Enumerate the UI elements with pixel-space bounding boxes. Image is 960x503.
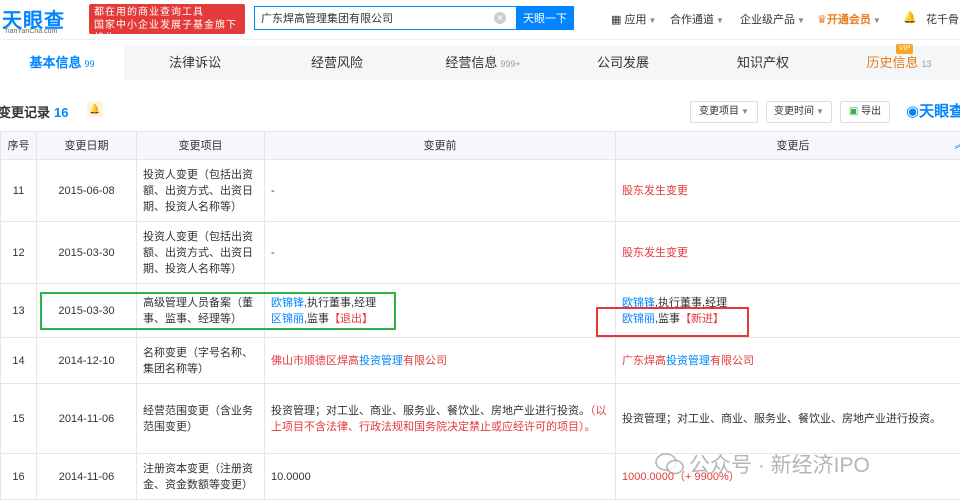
tab-development[interactable]: 公司发展 xyxy=(558,46,688,80)
slogan-banner: 都在用的商业查询工具 国家中小企业发展子基金旗下机构 xyxy=(89,4,245,44)
vip-badge: VIP xyxy=(896,44,914,54)
nav-partner[interactable]: 合作通道 ▼ xyxy=(670,11,724,27)
tab-operation[interactable]: 经营信息 999+ xyxy=(408,46,558,80)
table-row: 15 2014-11-06 经营范围变更（含业务范围变更） 投资管理；对工业、商… xyxy=(0,383,960,454)
chevron-down-icon: ▼ xyxy=(797,16,805,25)
tab-risk[interactable]: 经营风险 xyxy=(266,46,408,80)
nav-enterprise[interactable]: 企业级产品 ▼ xyxy=(740,11,805,27)
tab-basic-info[interactable]: 基本信息 99 xyxy=(0,46,124,80)
clear-icon[interactable]: ✕ xyxy=(494,12,506,24)
header-date: 变更日期 xyxy=(36,131,137,160)
monitor-bell-icon[interactable]: 🔔 xyxy=(87,101,103,117)
notification-bell-icon[interactable]: 🔔 xyxy=(903,11,917,24)
crown-icon: ♛ xyxy=(817,14,827,26)
excel-icon: ▣ xyxy=(848,106,862,117)
watermark: 公众号 · 新经济IPO xyxy=(655,449,870,479)
nav-vip[interactable]: ♛开通会员 ▼ xyxy=(817,11,881,27)
wechat-icon xyxy=(655,453,684,475)
annotation-green-box xyxy=(40,292,396,330)
user-name[interactable]: 花千骨 xyxy=(926,11,959,27)
tab-bar: 基本信息 99 法律诉讼 经营风险 经营信息 999+ 公司发展 知识产权 历史信息… xyxy=(0,44,960,80)
chevron-down-icon: ▼ xyxy=(648,16,657,25)
tab-history[interactable]: 历史信息 13 VIP xyxy=(838,44,960,80)
header-no: 序号 xyxy=(0,131,37,160)
header-after: 变更后︽ xyxy=(615,131,960,160)
chevron-down-icon: ▼ xyxy=(716,16,724,25)
header-before: 变更前 xyxy=(264,131,616,160)
table-row: 12 2015-03-30 投资人变更（包括出资额、出资方式、出资日期、投资人名… xyxy=(0,221,960,284)
tab-legal[interactable]: 法律诉讼 xyxy=(124,46,266,80)
slogan-line2: 国家中小企业发展子基金旗下机构 xyxy=(94,20,237,44)
tab-ip[interactable]: 知识产权 xyxy=(688,46,838,80)
section-count: 16 xyxy=(54,105,69,120)
search-button[interactable]: 天眼一下 xyxy=(516,6,574,30)
eye-icon: ◉ xyxy=(906,103,920,120)
export-button[interactable]: ▣ 导出 xyxy=(840,101,890,123)
nav-app[interactable]: ▦ 应用 ▼ xyxy=(611,11,656,27)
logo[interactable]: 天眼查 TianYanCha.com xyxy=(2,4,88,36)
chevron-down-icon: ▼ xyxy=(872,16,881,25)
section-title: 变更记录 16 xyxy=(0,105,69,120)
header-item: 变更项目 xyxy=(136,131,265,160)
search-bar: ✕ 天眼一下 xyxy=(254,6,574,30)
logo-subtitle: TianYanCha.com xyxy=(4,28,58,35)
brand-logo: ◉天眼查 xyxy=(906,103,960,120)
chevron-down-icon: ▼ xyxy=(741,107,749,116)
table-header-row: 序号 变更日期 变更项目 变更前 变更后︽ xyxy=(0,131,960,160)
slogan-line1: 都在用的商业查询工具 xyxy=(94,7,204,18)
table-row: 11 2015-06-08 投资人变更（包括出资额、出资方式、出资日期、投资人名… xyxy=(0,159,960,222)
top-bar: 天眼查 TianYanCha.com 都在用的商业查询工具 国家中小企业发展子基… xyxy=(0,0,960,44)
annotation-red-box xyxy=(596,307,749,337)
grid-icon: ▦ xyxy=(611,14,625,26)
filter-item-dropdown[interactable]: 变更项目 ▼ xyxy=(690,101,758,123)
chevron-down-icon: ▼ xyxy=(816,107,824,116)
collapse-icon[interactable]: ︽ xyxy=(955,138,960,154)
search-input[interactable] xyxy=(254,6,516,30)
table-row: 14 2014-12-10 名称变更（字号名称、集团名称等） 佛山市顺德区焊高投… xyxy=(0,337,960,384)
filter-time-dropdown[interactable]: 变更时间 ▼ xyxy=(766,101,832,123)
